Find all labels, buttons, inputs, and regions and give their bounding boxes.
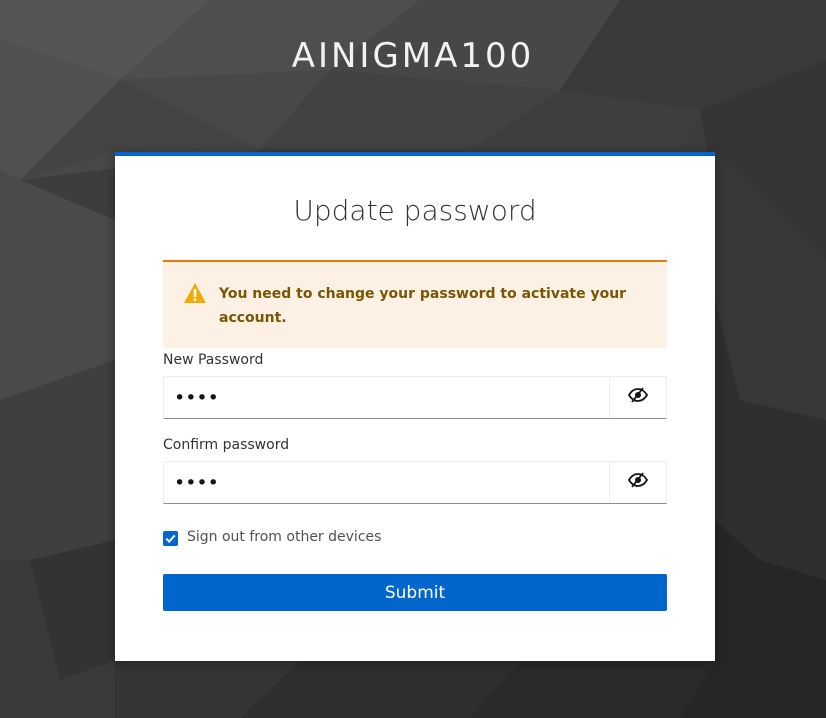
checkmark-icon (165, 534, 176, 544)
new-password-group (163, 376, 667, 419)
confirm-password-label: Confirm password (163, 437, 290, 453)
submit-button[interactable]: Submit (163, 574, 667, 611)
new-password-input[interactable] (164, 377, 609, 418)
realm-title: AINIGMA100 (291, 36, 535, 76)
confirm-password-input[interactable] (164, 462, 609, 503)
logout-sessions-label[interactable]: Sign out from other devices (187, 529, 381, 545)
update-password-card: Update password You need to change your … (115, 152, 715, 661)
toggle-confirm-password-visibility-button[interactable] (609, 462, 666, 503)
logout-sessions-checkbox[interactable] (163, 531, 178, 546)
page-title: Update password (293, 194, 537, 227)
new-password-label: New Password (163, 352, 264, 368)
confirm-password-group (163, 461, 667, 504)
toggle-new-password-visibility-button[interactable] (609, 377, 666, 418)
alert-message: You need to change your password to acti… (219, 286, 627, 326)
eye-slash-icon (627, 472, 649, 493)
warning-icon (183, 282, 207, 304)
warning-alert: You need to change your password to acti… (163, 260, 667, 348)
eye-slash-icon (627, 387, 649, 408)
